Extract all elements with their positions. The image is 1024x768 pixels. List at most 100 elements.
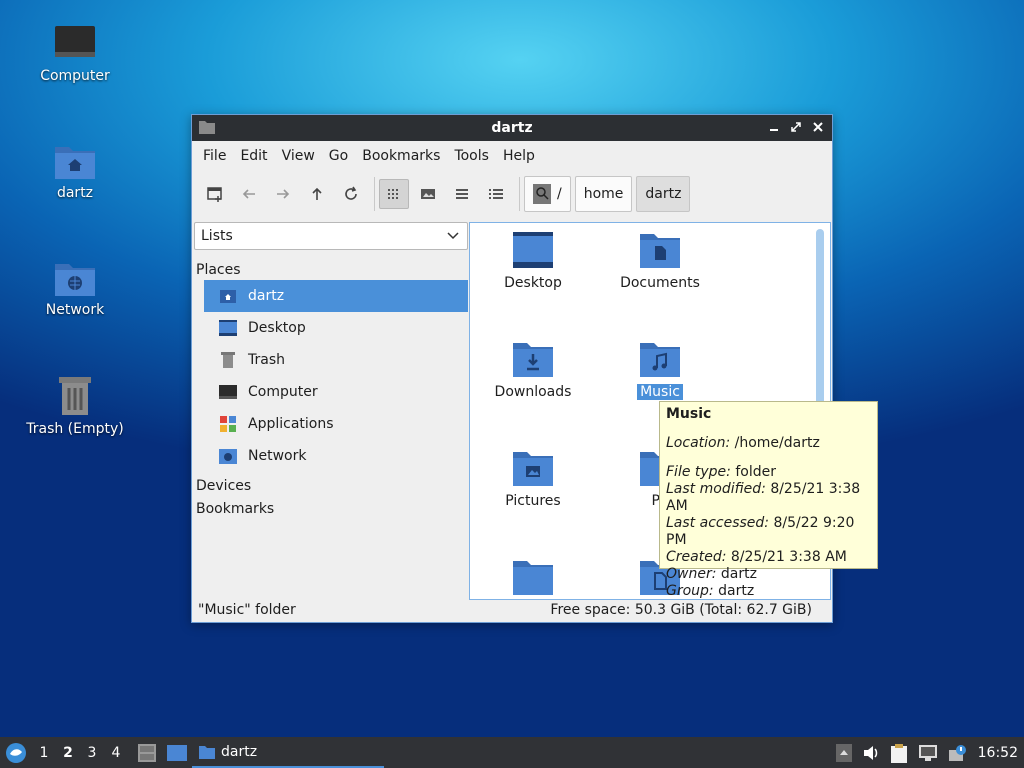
window-title: dartz [491,120,533,136]
tooltip-group: Group: dartz [666,583,871,600]
status-selection: "Music" folder [198,602,296,618]
home-folder-icon [55,147,95,179]
tray-arrow-icon[interactable] [835,743,852,762]
maximize-icon [791,122,801,132]
file-item-music[interactable]: Music [597,340,723,400]
workspace-3[interactable]: 3 [80,745,104,761]
task-label: dartz [221,743,258,760]
menu-go[interactable]: Go [322,148,355,164]
compact-view-button[interactable] [447,179,477,209]
breadcrumb-label: home [583,186,624,202]
menu-file[interactable]: File [196,148,233,164]
file-item-pictures[interactable]: Pictures [470,449,596,509]
volume-icon[interactable] [862,745,880,761]
place-trash[interactable]: Trash [204,344,468,376]
place-network[interactable]: Network [204,440,468,472]
folder-icon [199,121,215,134]
places-header[interactable]: Places [194,260,468,280]
clock[interactable]: 16:52 [978,745,1018,761]
task-button-dartz[interactable]: dartz [192,737,384,768]
desktop-icon [219,320,237,336]
show-desktop-button[interactable] [162,744,192,762]
place-applications[interactable]: Applications [204,408,468,440]
home-folder-icon [220,290,236,303]
minimize-button[interactable] [766,118,782,136]
menu-bookmarks[interactable]: Bookmarks [355,148,447,164]
title-bar[interactable]: dartz [192,115,832,141]
desktop-icon-trash[interactable]: Trash (Empty) [20,373,130,437]
detail-view-button[interactable] [481,179,511,209]
workspace-1[interactable]: 1 [32,745,56,761]
place-computer[interactable]: Computer [204,376,468,408]
file-tooltip: Music Location: /home/dartz File type: f… [659,401,878,599]
new-tab-icon [207,187,222,202]
bookmarks-header[interactable]: Bookmarks [194,498,468,521]
tooltip-owner: Owner: dartz [666,566,871,583]
desktop-folder-icon [513,232,553,268]
side-panel-mode-select[interactable]: Lists [194,222,468,250]
close-icon [813,122,823,132]
reload-button[interactable] [336,179,366,209]
thumbnail-view-button[interactable] [413,179,443,209]
toolbar-separator [519,177,520,211]
workspace-4[interactable]: 4 [104,745,128,761]
menu-tools[interactable]: Tools [447,148,496,164]
status-free-space: Free space: 50.3 GiB (Total: 62.7 GiB) [550,602,812,618]
clipboard-icon[interactable] [890,743,908,763]
arrow-right-icon [277,189,290,199]
menu-view[interactable]: View [275,148,322,164]
forward-button[interactable] [268,179,298,209]
desktop-icon [167,744,187,761]
breadcrumb-dartz[interactable]: dartz [636,176,691,212]
file-item-downloads[interactable]: Downloads [470,340,596,400]
new-tab-button[interactable] [200,179,230,209]
desktop-icon-computer[interactable]: Computer [20,24,130,84]
tooltip-label: Last accessed: [666,515,770,531]
desktop-icon-home[interactable]: dartz [20,141,130,201]
tooltip-label: Last modified: [666,481,766,497]
desktop-icon-network[interactable]: Network [20,258,130,318]
file-item-desktop[interactable]: Desktop [470,231,596,291]
network-monitor-icon[interactable] [918,744,938,762]
file-item-partial[interactable] [470,558,596,602]
notification-icon[interactable] [948,744,968,762]
maximize-button[interactable] [788,118,804,136]
place-dartz[interactable]: dartz [204,280,468,312]
file-cabinet-icon [138,743,156,762]
tooltip-label: Owner: [666,566,717,582]
folder-icon [513,561,553,595]
place-label: dartz [248,288,285,304]
place-desktop[interactable]: Desktop [204,312,468,344]
tooltip-label: Created: [666,549,727,565]
tooltip-label: File type: [666,464,731,480]
toolbar-separator [374,177,375,211]
up-button[interactable] [302,179,332,209]
tooltip-created: Created: 8/25/21 3:38 AM [666,549,871,566]
folder-icon [199,745,215,759]
icon-view-button[interactable] [379,179,409,209]
tooltip-accessed: Last accessed: 8/5/22 9:20 PM [666,515,871,549]
pictures-folder-icon [513,452,553,486]
breadcrumb-root[interactable]: / [524,176,571,212]
app-menu-button[interactable] [0,742,32,764]
menu-bar: File Edit View Go Bookmarks Tools Help [192,141,832,171]
devices-header[interactable]: Devices [194,475,468,498]
side-panel-mode: Lists [201,228,233,244]
menu-help[interactable]: Help [496,148,542,164]
back-button[interactable] [234,179,264,209]
computer-icon [55,26,95,57]
workspace-2[interactable]: 2 [56,745,80,761]
arrow-up-icon [312,187,322,200]
close-button[interactable] [810,118,826,136]
menu-edit[interactable]: Edit [233,148,274,164]
trash-icon [221,352,235,368]
breadcrumb-label: / [557,186,562,202]
desktop-icon-label: Computer [40,68,110,84]
desktop-icon-label: Network [45,302,105,318]
quicklaunch-file-manager[interactable] [132,743,162,763]
search-icon [533,184,551,204]
file-item-documents[interactable]: Documents [597,231,723,291]
place-label: Desktop [248,320,306,336]
scrollbar[interactable] [816,229,824,409]
breadcrumb-home[interactable]: home [574,176,633,212]
